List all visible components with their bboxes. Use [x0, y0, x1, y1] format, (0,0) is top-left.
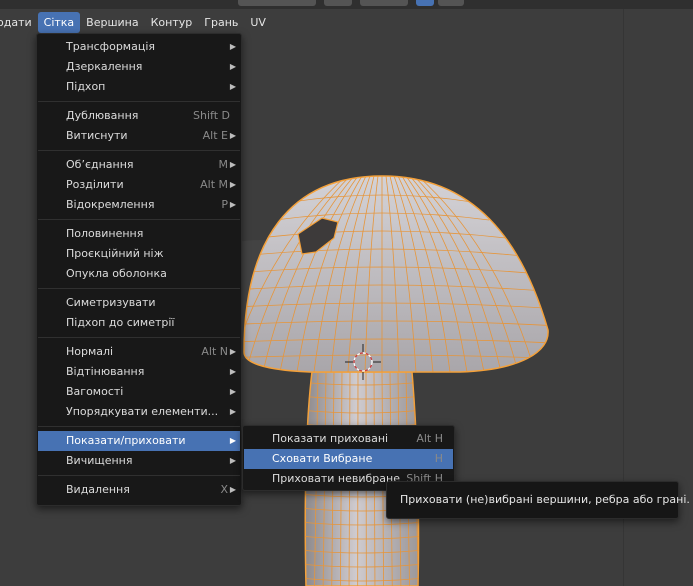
mesh-menu-item[interactable]: Видалення X ▶ [38, 480, 240, 500]
mesh-menu-item[interactable]: Половинення [38, 224, 240, 244]
menu-separator [38, 337, 240, 338]
shortcut-label: Alt E [202, 129, 228, 142]
menu-separator [38, 426, 240, 427]
chevron-right-icon: ▶ [229, 436, 236, 445]
mesh-menu-item-label: Дублювання [66, 109, 139, 122]
tooltip-text: Приховати (не)вибрані вершини, ребра або… [400, 493, 690, 506]
menu-edge[interactable]: Контур [145, 12, 199, 33]
mesh-menu-item[interactable]: Трансформація ▶ [38, 37, 240, 57]
proportional-edit-toggle[interactable] [416, 0, 434, 6]
viewport-header [0, 0, 693, 9]
chevron-right-icon: ▶ [229, 407, 236, 416]
shortcut-label: P [221, 198, 228, 211]
mesh-menu-item[interactable]: Підхоп до симетрії [38, 313, 240, 333]
mesh-menu-item[interactable]: Проєкційний ніж [38, 244, 240, 264]
mesh-menu-item[interactable]: Симетризувати [38, 293, 240, 313]
mesh-menu-item[interactable]: Нормалі Alt N ▶ [38, 342, 240, 362]
shortcut-label: X [220, 483, 228, 496]
mesh-menu-item-label: Підхоп [66, 80, 106, 93]
menu-separator [38, 475, 240, 476]
tooltip: Приховати (не)вибрані вершини, ребра або… [386, 481, 690, 519]
mesh-menu-item-label: Підхоп до симетрії [66, 316, 175, 329]
menu-separator [38, 219, 240, 220]
mesh-menu-item[interactable]: Розділити Alt M ▶ [38, 175, 240, 195]
mesh-menu-item-label: Видалення [66, 483, 130, 496]
mesh-menu-item-label: Об’єднання [66, 158, 134, 171]
menu-uv[interactable]: UV [244, 12, 272, 33]
shortcut-label: Alt H [416, 432, 443, 445]
menu-bar: одати Сітка Вершина Контур Грань UV [0, 12, 272, 33]
mesh-menu-item[interactable]: Вагомості ▶ [38, 382, 240, 402]
snap-dropdown[interactable] [360, 0, 408, 6]
menu-add[interactable]: одати [0, 12, 38, 33]
mesh-menu-item-label: Половинення [66, 227, 144, 240]
chevron-right-icon: ▶ [229, 485, 236, 494]
chevron-right-icon: ▶ [229, 82, 236, 91]
submenu-item-label: Показати приховані [272, 432, 389, 445]
chevron-right-icon: ▶ [229, 42, 236, 51]
mesh-menu-item[interactable]: Показати/приховати ▶ [38, 431, 240, 451]
mesh-menu-item[interactable]: Опукла оболонка [38, 264, 240, 284]
shortcut-label: Alt N [201, 345, 228, 358]
mesh-menu-item[interactable]: Підхоп ▶ [38, 77, 240, 97]
mesh-menu-item-label: Показати/приховати [66, 434, 186, 447]
chevron-right-icon: ▶ [229, 387, 236, 396]
menu-mesh[interactable]: Сітка [37, 12, 81, 33]
mesh-menu-item[interactable]: Упорядкувати елементи... ▶ [38, 402, 240, 422]
shortcut-label: Alt M [200, 178, 228, 191]
submenu-item[interactable]: Показати приховані Alt H [244, 429, 453, 449]
chevron-right-icon: ▶ [229, 367, 236, 376]
mesh-menu-item-label: Вагомості [66, 385, 124, 398]
shortcut-label: Shift D [193, 109, 230, 122]
mesh-menu-item[interactable]: Вичищення ▶ [38, 451, 240, 471]
chevron-right-icon: ▶ [229, 180, 236, 189]
chevron-right-icon: ▶ [229, 347, 236, 356]
mesh-menu-item-label: Відтінювання [66, 365, 145, 378]
submenu-item-label: Сховати Вибране [272, 452, 373, 465]
shortcut-label: H [434, 452, 443, 465]
pivot-point-dropdown[interactable] [324, 0, 352, 6]
chevron-right-icon: ▶ [229, 62, 236, 71]
mesh-menu-item[interactable]: Відокремлення P ▶ [38, 195, 240, 215]
menu-separator [38, 150, 240, 151]
menu-separator [38, 101, 240, 102]
mesh-menu-item[interactable]: Дублювання Shift D [38, 106, 240, 126]
mesh-menu-item[interactable]: Об’єднання M ▶ [38, 155, 240, 175]
shortcut-label: M [218, 158, 229, 171]
submenu-item-label: Приховати невибране [272, 472, 400, 485]
chevron-right-icon: ▶ [229, 131, 236, 140]
mesh-menu-item-label: Трансформація [66, 40, 155, 53]
transform-orientation-dropdown[interactable] [238, 0, 316, 6]
chevron-right-icon: ▶ [229, 456, 236, 465]
mesh-menu-item[interactable]: Дзеркалення ▶ [38, 57, 240, 77]
menu-vertex[interactable]: Вершина [80, 12, 144, 33]
mesh-menu-item-label: Відокремлення [66, 198, 155, 211]
mesh-menu-item-label: Дзеркалення [66, 60, 143, 73]
menu-face[interactable]: Грань [198, 12, 244, 33]
mesh-menu: Трансформація ▶ Дзеркалення ▶ Підхоп ▶ Дублюва… [36, 33, 242, 506]
mesh-menu-item-label: Розділити [66, 178, 124, 191]
mesh-menu-item-label: Опукла оболонка [66, 267, 167, 280]
mesh-menu-item-label: Симетризувати [66, 296, 156, 309]
mesh-menu-item[interactable]: Витиснути Alt E ▶ [38, 126, 240, 146]
menu-separator [38, 288, 240, 289]
mesh-menu-item-label: Нормалі [66, 345, 114, 358]
mesh-menu-item[interactable]: Відтінювання ▶ [38, 362, 240, 382]
mesh-menu-item-label: Упорядкувати елементи... [66, 405, 219, 418]
mesh-menu-item-label: Витиснути [66, 129, 128, 142]
chevron-right-icon: ▶ [229, 160, 236, 169]
chevron-right-icon: ▶ [229, 200, 236, 209]
falloff-dropdown[interactable] [438, 0, 464, 6]
submenu-item[interactable]: Сховати Вибране H [244, 449, 453, 469]
mesh-menu-item-label: Проєкційний ніж [66, 247, 164, 260]
mesh-menu-item-label: Вичищення [66, 454, 133, 467]
